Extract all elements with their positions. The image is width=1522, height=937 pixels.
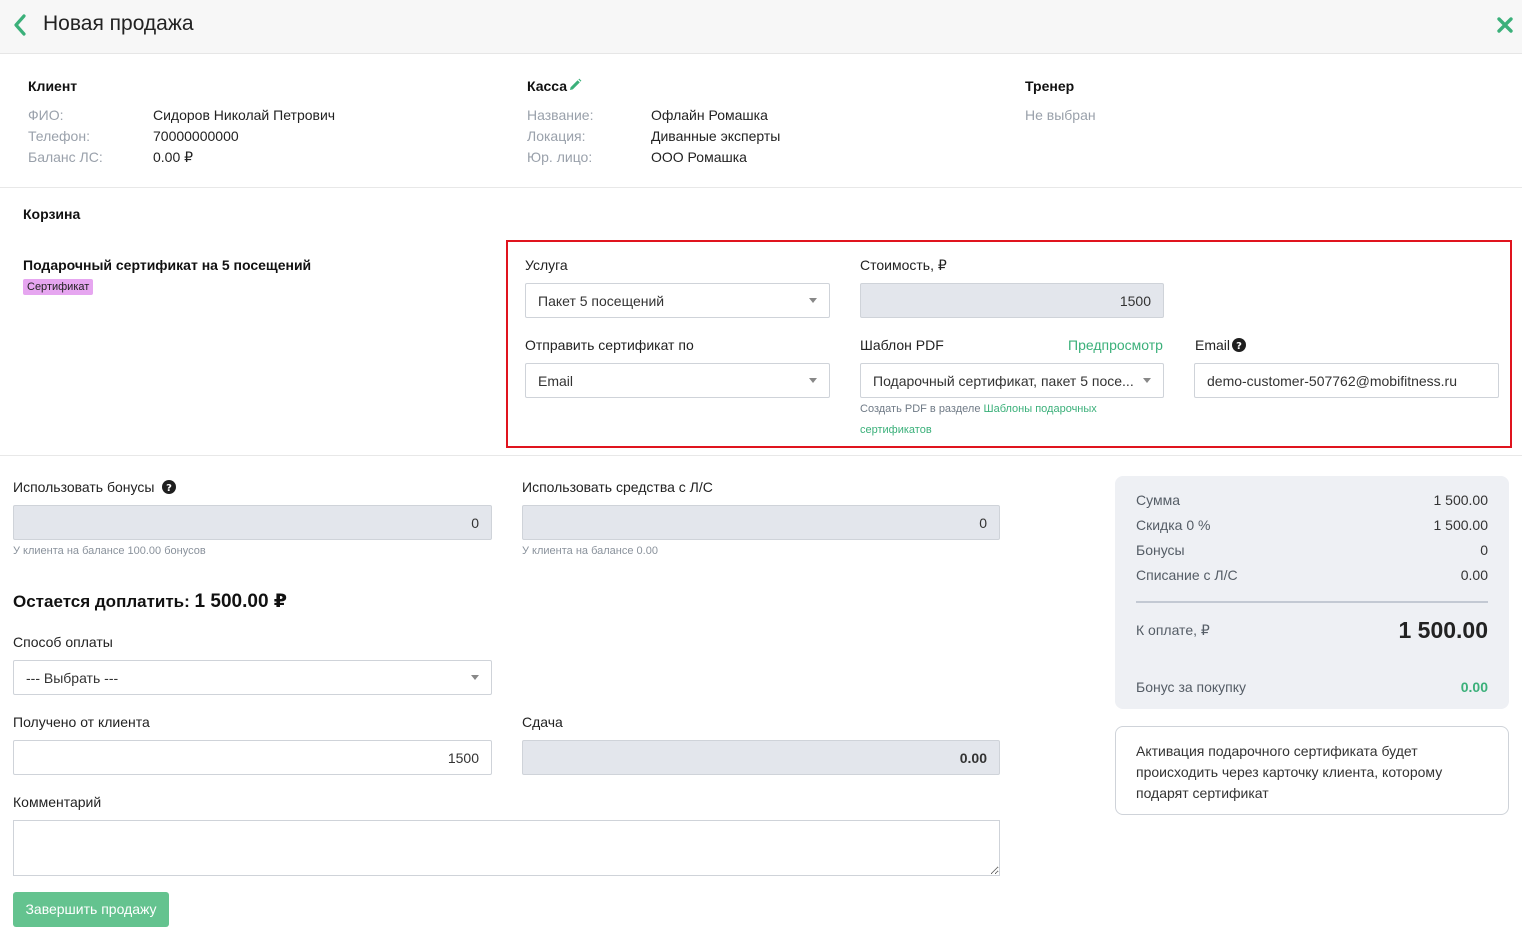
service-select[interactable]: Пакет 5 посещений bbox=[525, 283, 830, 318]
chevron-left-icon[interactable] bbox=[11, 13, 29, 37]
bonuses-label: Бонусы bbox=[1136, 542, 1185, 558]
ls-writeoff-label: Списание с Л/С bbox=[1136, 567, 1238, 583]
cost-field-value: 1500 bbox=[1119, 293, 1151, 309]
client-phone-value: 70000000000 bbox=[153, 128, 239, 144]
email-input[interactable]: demo-customer-507762@mobifitness.ru bbox=[1194, 363, 1499, 398]
top-bar: Новая продажа bbox=[0, 0, 1522, 54]
sum-value: 1 500.00 bbox=[1433, 492, 1489, 508]
ls-writeoff-value: 0.00 bbox=[1460, 567, 1488, 583]
payment-method-value: --- Выбрать --- bbox=[26, 670, 119, 686]
caret-down-icon bbox=[809, 378, 817, 383]
change-label: Сдача bbox=[522, 714, 563, 730]
question-circle-icon[interactable]: ? bbox=[1232, 338, 1246, 352]
client-phone-label: Телефон: bbox=[28, 128, 90, 144]
bonus-label: Использовать бонусы bbox=[13, 479, 155, 495]
payment-method-label: Способ оплаты bbox=[13, 634, 113, 650]
received-input-value: 1500 bbox=[447, 750, 479, 766]
cashbox-location-label: Локация: bbox=[527, 128, 586, 144]
summary-separator bbox=[1136, 601, 1488, 603]
ls-input[interactable]: 0 bbox=[522, 505, 1000, 540]
cart-item-title: Подарочный сертификат на 5 посещений bbox=[23, 257, 312, 273]
ls-label: Использовать средства с Л/С bbox=[522, 479, 713, 495]
activation-notice: Активация подарочного сертификата будет … bbox=[1115, 726, 1509, 815]
pdf-template-hint: Создать PDF в разделе Шаблоны подарочных… bbox=[860, 399, 1160, 441]
pdf-template-label: Шаблон PDF bbox=[860, 337, 944, 353]
received-input[interactable]: 1500 bbox=[13, 740, 492, 775]
service-label: Услуга bbox=[525, 257, 568, 273]
remaining-amount: Остается доплатить: 1 500.00 ₽ bbox=[13, 590, 287, 613]
close-icon[interactable] bbox=[1494, 14, 1516, 36]
cashbox-name-value: Офлайн Ромашка bbox=[651, 107, 768, 123]
purchase-bonus-value: 0.00 bbox=[1460, 679, 1488, 695]
bonus-input-value: 0 bbox=[471, 515, 479, 531]
client-fio-label: ФИО: bbox=[28, 107, 64, 123]
pdf-hint-text: Создать PDF в разделе bbox=[860, 403, 981, 415]
certificate-badge: Сертификат bbox=[23, 279, 94, 295]
caret-down-icon bbox=[471, 675, 479, 680]
remaining-value: 1 500.00 ₽ bbox=[194, 591, 288, 612]
pdf-template-select[interactable]: Подарочный сертификат, пакет 5 посе... bbox=[860, 363, 1164, 398]
cashbox-section-title: Касса bbox=[527, 78, 568, 94]
send-via-select-value: Email bbox=[538, 373, 574, 389]
service-select-value: Пакет 5 посещений bbox=[538, 293, 665, 309]
caret-down-icon bbox=[1143, 378, 1151, 383]
send-via-label: Отправить сертификат по bbox=[525, 337, 694, 353]
cart-divider bbox=[0, 455, 1522, 456]
caret-down-icon bbox=[809, 298, 817, 303]
client-section-title: Клиент bbox=[28, 78, 78, 94]
question-circle-icon[interactable]: ? bbox=[162, 480, 176, 494]
email-input-value: demo-customer-507762@mobifitness.ru bbox=[1207, 373, 1457, 389]
to-pay-label: К оплате, ₽ bbox=[1136, 622, 1210, 638]
trainer-value[interactable]: Не выбран bbox=[1025, 107, 1096, 123]
payment-method-select[interactable]: --- Выбрать --- bbox=[13, 660, 492, 695]
bonus-hint: У клиента на балансе 100.00 бонусов bbox=[13, 545, 206, 557]
send-via-select[interactable]: Email bbox=[525, 363, 830, 398]
change-field-value: 0.00 bbox=[959, 750, 987, 766]
client-balance-value: 0.00 ₽ bbox=[153, 149, 194, 165]
remaining-label: Остается доплатить: bbox=[13, 592, 190, 611]
cashbox-location-value: Диванные эксперты bbox=[651, 128, 781, 144]
discount-value: 1 500.00 bbox=[1433, 517, 1489, 533]
ls-input-value: 0 bbox=[979, 515, 987, 531]
cost-field: 1500 bbox=[860, 283, 1164, 318]
section-divider bbox=[0, 187, 1522, 188]
change-field: 0.00 bbox=[522, 740, 1000, 775]
pdf-template-select-value: Подарочный сертификат, пакет 5 посе... bbox=[873, 373, 1133, 389]
bonus-input[interactable]: 0 bbox=[13, 505, 492, 540]
bonuses-value: 0 bbox=[1480, 542, 1488, 558]
client-balance-label: Баланс ЛС: bbox=[28, 149, 103, 165]
cost-label: Стоимость, ₽ bbox=[860, 257, 947, 273]
cashbox-legal-value: ООО Ромашка bbox=[651, 149, 747, 165]
client-fio-value: Сидоров Николай Петрович bbox=[153, 107, 336, 123]
pencil-icon[interactable] bbox=[568, 78, 582, 92]
email-label: Email bbox=[1195, 337, 1231, 353]
purchase-bonus-label: Бонус за покупку bbox=[1136, 679, 1247, 695]
svg-text:?: ? bbox=[1236, 341, 1242, 352]
received-label: Получено от клиента bbox=[13, 714, 150, 730]
sum-label: Сумма bbox=[1136, 492, 1180, 508]
cashbox-name-label: Название: bbox=[527, 107, 594, 123]
trainer-section-title: Тренер bbox=[1025, 78, 1075, 94]
svg-text:?: ? bbox=[166, 483, 172, 494]
page-title: Новая продажа bbox=[43, 12, 194, 35]
summary-panel: Сумма 1 500.00 Скидка 0 % 1 500.00 Бонус… bbox=[1115, 476, 1509, 709]
preview-link[interactable]: Предпросмотр bbox=[1068, 337, 1163, 353]
cart-section-title: Корзина bbox=[23, 206, 81, 222]
comment-textarea[interactable] bbox=[13, 820, 1000, 876]
cashbox-legal-label: Юр. лицо: bbox=[527, 149, 593, 165]
comment-label: Комментарий bbox=[13, 794, 102, 810]
to-pay-value: 1 500.00 bbox=[1398, 617, 1488, 643]
ls-hint: У клиента на балансе 0.00 bbox=[522, 545, 658, 557]
finish-sale-button[interactable]: Завершить продажу bbox=[13, 892, 169, 927]
discount-label: Скидка 0 % bbox=[1136, 517, 1211, 533]
